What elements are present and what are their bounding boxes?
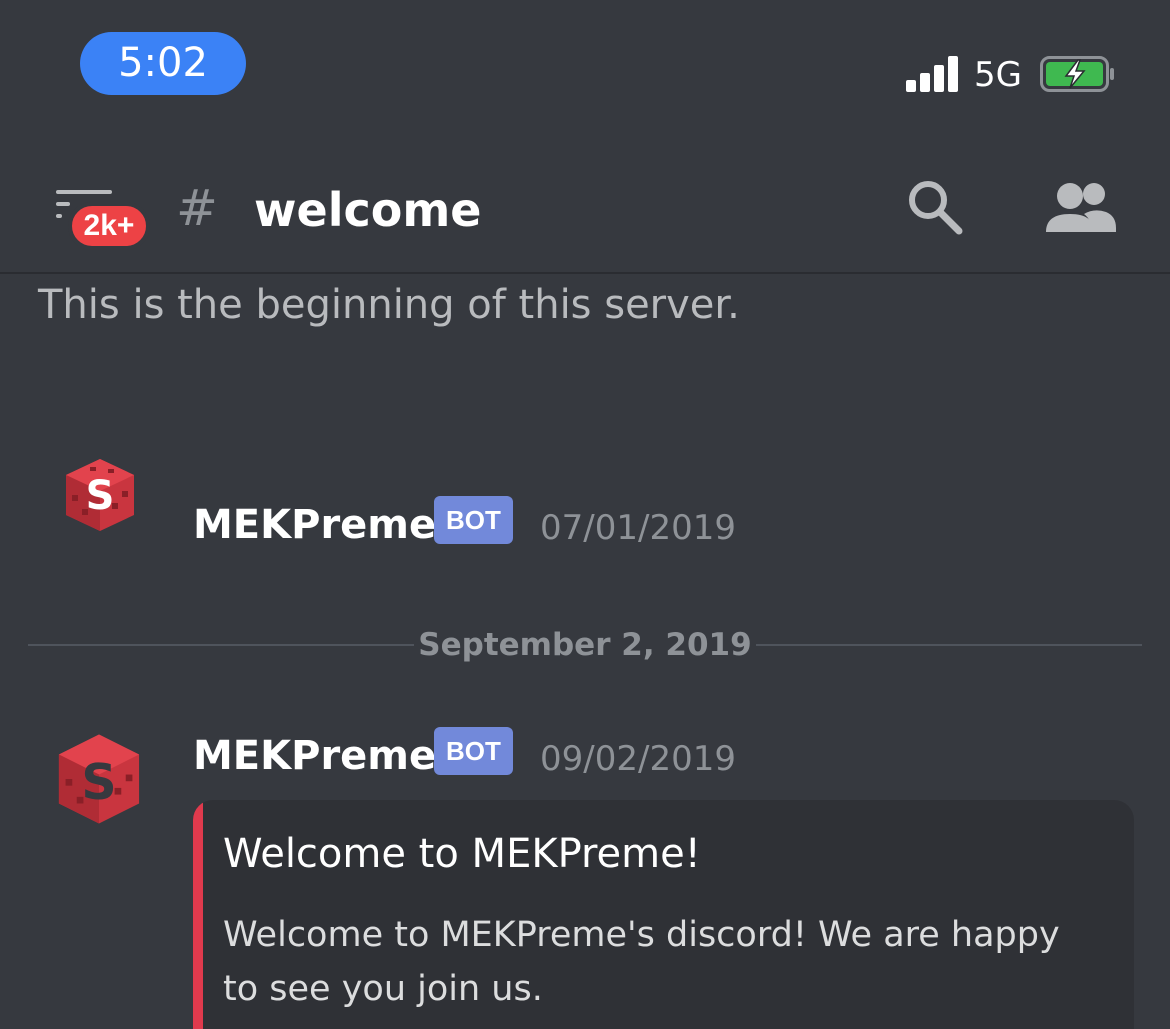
cellular-signal-icon [906, 56, 958, 92]
network-type: 5G [974, 55, 1022, 95]
mekpreme-logo-icon[interactable]: S [60, 455, 140, 535]
bot-tag: BOT [434, 727, 513, 775]
bot-tag: BOT [434, 496, 513, 544]
embed-accent-bar [193, 800, 203, 1029]
mekpreme-logo-icon[interactable]: S [54, 730, 144, 828]
embed-title: Welcome to MEKPreme! [223, 831, 701, 877]
members-icon[interactable] [1044, 180, 1116, 236]
channel-beginning-text: This is the beginning of this server. [38, 282, 740, 328]
message-timestamp: 07/01/2019 [540, 508, 736, 548]
battery-charging-icon [1040, 56, 1114, 92]
embed-description: Welcome to MEKPreme's discord! We are ha… [223, 915, 1060, 1009]
search-icon[interactable] [904, 176, 966, 238]
message-author[interactable]: MEKPreme [193, 731, 436, 781]
discord-channel-screen: 5:02 5G 2k+ # welcome This is the beginn… [0, 0, 1170, 1029]
status-time: 5:02 [80, 32, 246, 95]
status-bar: 5:02 5G [0, 0, 1170, 130]
message-embed: Welcome to MEKPreme! Welcome to MEKPreme… [193, 800, 1134, 1029]
message-timestamp: 09/02/2019 [540, 739, 736, 779]
date-divider: September 2, 2019 [418, 627, 752, 663]
svg-text:S: S [81, 754, 116, 811]
channel-title[interactable]: welcome [254, 180, 481, 240]
svg-text:S: S [86, 473, 115, 519]
date-divider-line-left [28, 644, 414, 646]
message-author[interactable]: MEKPreme [193, 500, 436, 550]
unread-badge: 2k+ [68, 202, 150, 250]
channel-hash-icon: # [176, 179, 218, 237]
date-divider-line-right [756, 644, 1142, 646]
